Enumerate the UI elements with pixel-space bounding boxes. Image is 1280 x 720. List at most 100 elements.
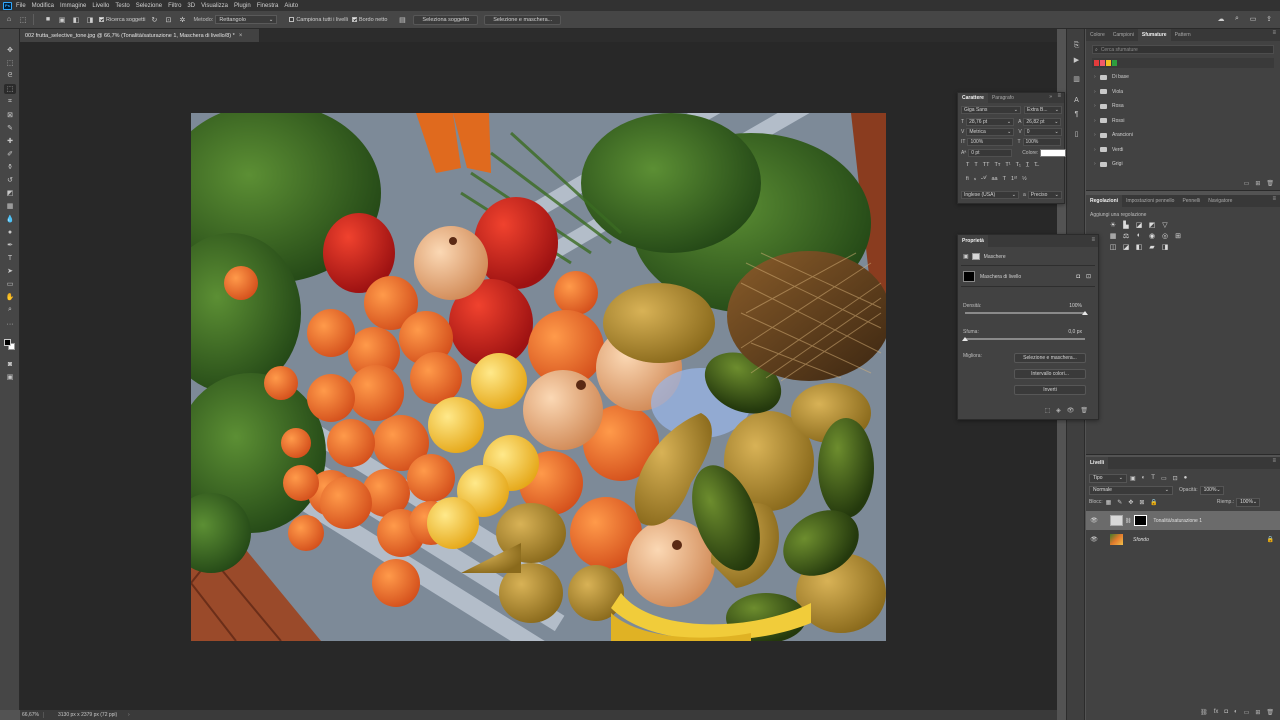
font-style-select[interactable]: Extra B... ⌄ [1024, 106, 1062, 114]
method-select[interactable]: Rettangolo ⌄ [215, 15, 278, 24]
canvas-area[interactable] [20, 42, 1057, 710]
vibrance-icon[interactable]: ▽ [1160, 220, 1170, 229]
collapse-icon[interactable]: » [1049, 94, 1052, 100]
paragraph-panel-icon[interactable]: ¶ [1071, 109, 1082, 119]
search-icon[interactable]: ⌕ [1232, 14, 1242, 24]
menu-immagine[interactable]: Immagine [60, 3, 86, 9]
dodge-tool-icon[interactable]: ● [4, 227, 16, 237]
gradient-map-icon[interactable]: ▰ [1147, 242, 1157, 251]
select-and-mask-button[interactable]: Selezione e maschera... [484, 14, 562, 25]
gradient-search-input[interactable]: ⌕ Cerca sfumature [1092, 45, 1274, 54]
filter-toggle-icon[interactable]: ● [1184, 475, 1188, 481]
text-color-swatch[interactable] [1040, 149, 1067, 157]
baseline-shift-field[interactable]: 0 pt [968, 149, 1013, 157]
eye-icon[interactable]: 👁 [1088, 536, 1100, 543]
tab-colore[interactable]: Colore [1086, 29, 1109, 41]
tab-pennelli[interactable]: Pennelli [1178, 195, 1204, 207]
color-lookup-icon[interactable]: ⊞ [1173, 231, 1183, 240]
smart-object-filter-icon[interactable]: ⊡ [1173, 475, 1178, 482]
healing-brush-tool-icon[interactable]: ✚ [4, 136, 16, 146]
menu-visualizza[interactable]: Visualizza [201, 3, 228, 9]
exposure-icon[interactable]: ◩ [1147, 220, 1157, 229]
font-size-field[interactable]: 28,76 pt ⌄ [966, 118, 1015, 126]
histogram-icon[interactable]: ▥ [1071, 74, 1082, 84]
object-finder-checkbox[interactable]: Ricerca soggetti [99, 17, 145, 23]
menu-plugin[interactable]: Plugin [234, 3, 251, 9]
hue-saturation-icon[interactable]: ▦ [1108, 231, 1118, 240]
actions-play-icon[interactable]: ▶ [1071, 55, 1082, 65]
font-family-select[interactable]: Giga Sans ⌄ [961, 106, 1021, 114]
layer-mask-thumbnail[interactable] [1134, 515, 1148, 526]
workspace-icon[interactable]: ▭ [1248, 14, 1258, 24]
tab-regolazioni[interactable]: Regolazioni [1086, 195, 1123, 207]
language-select[interactable]: Inglese (USA) ⌄ [961, 191, 1019, 199]
move-tool-icon[interactable]: ✥ [4, 45, 16, 55]
panel-menu-icon[interactable]: ≡ [1272, 196, 1276, 202]
gradient-chip[interactable] [1100, 60, 1105, 66]
tab-livelli[interactable]: Livelli [1086, 457, 1109, 469]
shape-filter-icon[interactable]: ▭ [1161, 475, 1167, 482]
lock-pixels-icon[interactable]: ▦ [1106, 499, 1112, 506]
menu-aiuto[interactable]: Aiuto [284, 3, 298, 9]
antialias-select[interactable]: Preciso ⌄ [1027, 191, 1062, 199]
superscript-icon[interactable]: T¹ [1005, 162, 1010, 168]
add-mask-icon[interactable]: ◘ [1224, 709, 1228, 716]
history-brush-tool-icon[interactable]: ↺ [4, 175, 16, 185]
titling-icon[interactable]: T [1003, 176, 1006, 182]
channel-mixer-icon[interactable]: ◎ [1160, 231, 1170, 240]
ligatures-icon[interactable]: fi [966, 176, 969, 182]
density-slider-track[interactable] [965, 312, 1085, 314]
folder-item[interactable]: › Arancioni [1086, 128, 1280, 143]
tab-campioni[interactable]: Campioni [1109, 29, 1138, 41]
feather-value[interactable]: 0,0 px [1060, 329, 1082, 335]
layer-row[interactable]: 👁 Sfondo 🔒 [1086, 530, 1280, 549]
blend-mode-select[interactable]: Normale ⌄ [1089, 485, 1173, 495]
document-tab[interactable]: 002 frutta_selective_tone.jpg @ 66,7% (T… [20, 29, 260, 42]
new-adjustment-icon[interactable]: ◐ [1234, 709, 1238, 716]
share-icon[interactable]: ⇪ [1264, 14, 1274, 24]
tab-carattere[interactable]: Carattere [958, 93, 988, 103]
zoom-level[interactable]: 66,67% [20, 712, 44, 718]
tab-navigatore[interactable]: Navigatore [1204, 195, 1236, 207]
lock-artboard-icon[interactable]: ⊠ [1139, 499, 1144, 506]
tab-pattern[interactable]: Pattern [1171, 29, 1195, 41]
new-gradient-icon[interactable]: ⊞ [1255, 180, 1260, 187]
layer-row[interactable]: 👁 ⛓ Tonalità/saturazione 1 [1086, 511, 1280, 530]
apply-mask-icon[interactable]: ◈ [1056, 407, 1061, 414]
trash-icon[interactable]: 🗑 [1080, 407, 1088, 414]
adjustment-filter-icon[interactable]: ◐ [1142, 475, 1146, 481]
kerning-field[interactable]: Metrica ⌄ [966, 128, 1015, 136]
swash-icon[interactable]: 𝒜 [981, 175, 986, 182]
add-selection-icon[interactable]: ▣ [57, 15, 67, 25]
panel-menu-icon[interactable]: ≡ [1272, 458, 1276, 464]
document-image[interactable] [191, 113, 886, 641]
object-select-tool-icon[interactable]: ⬚ [18, 15, 28, 25]
menu-filtro[interactable]: Filtro [168, 3, 181, 9]
feather-slider-track[interactable] [965, 338, 1085, 340]
pixel-filter-icon[interactable]: ▣ [1130, 475, 1136, 482]
blur-tool-icon[interactable]: 💧 [4, 214, 16, 224]
select-and-mask-button[interactable]: Selezione e maschera... [1014, 353, 1086, 363]
panel-menu-icon[interactable]: ≡ [1091, 237, 1095, 243]
history-icon[interactable]: ⎘ [1071, 41, 1082, 51]
intersect-selection-icon[interactable]: ◨ [85, 15, 95, 25]
underline-icon[interactable]: T̲ [1026, 162, 1029, 168]
home-icon[interactable]: ⌂ [4, 15, 14, 25]
quick-mask-icon[interactable]: ◙ [4, 359, 16, 369]
brush-tool-icon[interactable]: ✐ [4, 149, 16, 159]
oldstyle-icon[interactable]: ℴ [974, 176, 977, 182]
eye-icon[interactable]: 👁 [1067, 407, 1075, 414]
menu-finestra[interactable]: Finestra [257, 3, 279, 9]
folder-item[interactable]: › Verdi [1086, 143, 1280, 158]
density-slider-thumb[interactable] [1082, 311, 1088, 315]
rectangle-tool-icon[interactable]: ▭ [4, 279, 16, 289]
fx-icon[interactable]: fx [1214, 709, 1219, 716]
type-filter-icon[interactable]: T [1151, 475, 1155, 481]
chain-link-icon[interactable]: ⛓ [1125, 518, 1131, 524]
small-caps-icon[interactable]: Tт [994, 162, 1000, 168]
gradient-chip[interactable] [1106, 60, 1111, 66]
faux-italic-icon[interactable]: T [974, 162, 977, 168]
settings-gear-icon[interactable]: ✲ [177, 15, 187, 25]
density-value[interactable]: 100% [1060, 303, 1082, 309]
eraser-tool-icon[interactable]: ◩ [4, 188, 16, 198]
